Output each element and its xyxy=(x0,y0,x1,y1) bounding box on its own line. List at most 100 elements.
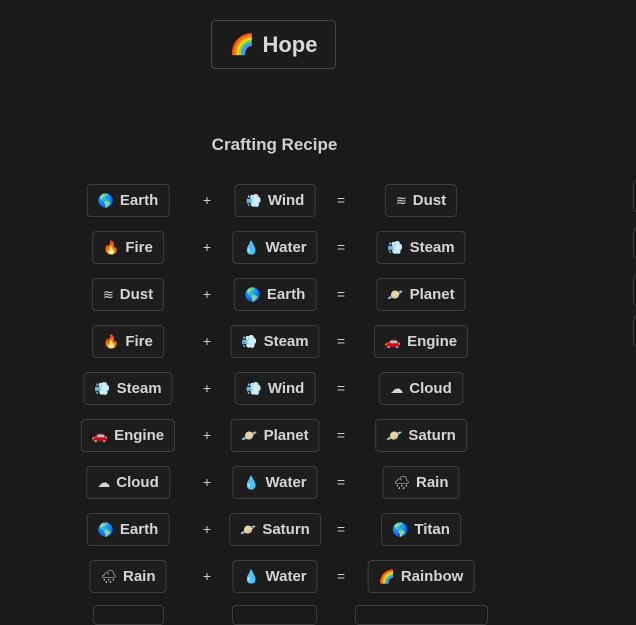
element-label: Engine xyxy=(114,427,165,444)
result-chip[interactable]: 🌈 Rainbow xyxy=(367,560,475,593)
dash-wind-icon: 💨 xyxy=(241,333,258,349)
plus-sign: + xyxy=(202,474,212,490)
plus-sign: + xyxy=(202,192,212,208)
element-label: Fire xyxy=(125,239,153,256)
element-label: Water xyxy=(265,568,307,585)
ingredient-a-chip[interactable]: 🚗 Engine xyxy=(80,419,176,452)
equals-sign: = xyxy=(336,568,346,584)
dust-waves-icon: ≋ xyxy=(102,286,114,302)
ingredient-a-chip[interactable]: ≋ Dust xyxy=(91,278,165,311)
recipe-row: 💨 Steam + 💨 Wind = ☁ Cloud xyxy=(0,372,636,419)
element-label: Saturn xyxy=(262,521,310,538)
element-label: Engine xyxy=(407,333,458,350)
plus-sign: + xyxy=(202,568,212,584)
recipe-row: 🚗 Engine + 🪐 Planet = 🪐 Saturn xyxy=(0,419,636,466)
element-label: Water xyxy=(265,474,307,491)
ingredient-b-chip[interactable]: 💧 Water xyxy=(232,560,318,593)
ingredient-b-chip[interactable]: 💨 Wind xyxy=(234,372,316,405)
element-label: Titan xyxy=(414,521,450,538)
partial-chip[interactable] xyxy=(232,605,317,625)
element-label: Steam xyxy=(116,380,162,397)
recipe-list: 🌎 Earth + 💨 Wind = ≋ Dust 🔥 Fire + 💧 Water = 💨 Steam ≋ Du… xyxy=(0,184,636,607)
ingredient-a-chip[interactable]: 🌧 Rain xyxy=(89,560,167,593)
recipe-row: ≋ Dust + 🌎 Earth = 🪐 Planet xyxy=(0,278,636,325)
ingredient-a-chip[interactable]: ☁ Cloud xyxy=(86,466,170,499)
partial-chip[interactable] xyxy=(355,605,488,625)
element-label: Dust xyxy=(119,286,154,303)
dash-wind-icon: 💨 xyxy=(245,192,262,208)
plus-sign: + xyxy=(202,333,212,349)
ingredient-b-chip[interactable]: 💧 Water xyxy=(232,466,318,499)
ingredient-a-chip[interactable]: 🔥 Fire xyxy=(92,231,164,264)
element-label: Rainbow xyxy=(400,568,464,585)
ingredient-b-chip[interactable]: 🪐 Planet xyxy=(230,419,320,452)
element-label: Steam xyxy=(409,239,455,256)
plus-sign: + xyxy=(202,521,212,537)
element-label: Rain xyxy=(416,474,449,491)
ingredient-b-chip[interactable]: 💧 Water xyxy=(232,231,318,264)
ingredient-b-chip[interactable]: 🌎 Earth xyxy=(233,278,317,311)
equals-sign: = xyxy=(336,239,346,255)
element-label: Wind xyxy=(267,192,305,209)
plus-sign: + xyxy=(202,427,212,443)
ingredient-a-chip[interactable]: 🔥 Fire xyxy=(92,325,164,358)
cloud-icon: ☁ xyxy=(390,380,404,396)
recipe-row: 🌎 Earth + 💨 Wind = ≋ Dust xyxy=(0,184,636,231)
section-title: Crafting Recipe xyxy=(211,135,338,154)
fire-icon: 🔥 xyxy=(103,333,120,349)
element-label: Steam xyxy=(263,333,309,350)
plus-sign: + xyxy=(202,286,212,302)
element-label: Earth xyxy=(119,521,159,538)
result-chip[interactable]: 🌧 Rain xyxy=(382,466,460,499)
plus-sign: + xyxy=(202,239,212,255)
element-label: Cloud xyxy=(116,474,159,491)
element-label: Earth xyxy=(119,192,159,209)
equals-sign: = xyxy=(336,521,346,537)
equals-sign: = xyxy=(336,474,346,490)
equals-sign: = xyxy=(336,286,346,302)
element-label: Planet xyxy=(263,427,309,444)
equals-sign: = xyxy=(336,427,346,443)
rainbow-icon: 🌈 xyxy=(378,568,395,584)
element-label: Wind xyxy=(267,380,305,397)
ingredient-b-chip[interactable]: 🪐 Saturn xyxy=(229,513,321,546)
car-icon: 🚗 xyxy=(384,333,402,349)
element-label: Planet xyxy=(409,286,455,303)
dust-waves-icon: ≋ xyxy=(395,192,407,208)
recipe-row: 🌎 Earth + 🪐 Saturn = 🌎 Titan xyxy=(0,513,636,560)
ringed-planet-icon: 🪐 xyxy=(240,521,257,537)
result-chip[interactable]: 🪐 Saturn xyxy=(375,419,467,452)
result-chip[interactable]: 💨 Steam xyxy=(376,231,466,264)
element-label: Rain xyxy=(123,568,156,585)
element-label: Cloud xyxy=(409,380,452,397)
cloud-icon: ☁ xyxy=(97,474,111,490)
rain-cloud-icon: 🌧 xyxy=(100,568,117,584)
element-label: Water xyxy=(265,239,307,256)
ingredient-b-chip[interactable]: 💨 Steam xyxy=(230,325,320,358)
result-chip[interactable]: 🌎 Titan xyxy=(381,513,461,546)
earth-globe-icon: 🌎 xyxy=(244,286,261,302)
result-chip[interactable]: 🪐 Planet xyxy=(376,278,466,311)
plus-sign: + xyxy=(202,380,212,396)
element-label: Earth xyxy=(266,286,306,303)
earth-globe-icon: 🌎 xyxy=(97,521,114,537)
ingredient-a-chip[interactable]: 🌎 Earth xyxy=(86,184,170,217)
element-label: Fire xyxy=(125,333,153,350)
water-droplet-icon: 💧 xyxy=(243,474,260,490)
dash-wind-icon: 💨 xyxy=(245,380,262,396)
ingredient-b-chip[interactable]: 💨 Wind xyxy=(234,184,316,217)
ingredient-a-chip[interactable]: 💨 Steam xyxy=(83,372,173,405)
result-chip[interactable]: ☁ Cloud xyxy=(379,372,463,405)
result-chip[interactable]: ≋ Dust xyxy=(384,184,458,217)
dash-wind-icon: 💨 xyxy=(387,239,404,255)
partial-chip[interactable] xyxy=(93,605,164,625)
result-chip[interactable]: 🚗 Engine xyxy=(373,325,469,358)
element-label: Saturn xyxy=(408,427,456,444)
result-element-hope[interactable]: 🌈 Hope xyxy=(211,20,336,69)
car-icon: 🚗 xyxy=(91,427,109,443)
water-droplet-icon: 💧 xyxy=(243,568,260,584)
equals-sign: = xyxy=(336,192,346,208)
recipe-row: ☁ Cloud + 💧 Water = 🌧 Rain xyxy=(0,466,636,513)
ingredient-a-chip[interactable]: 🌎 Earth xyxy=(86,513,170,546)
recipe-row: 🌧 Rain + 💧 Water = 🌈 Rainbow xyxy=(0,560,636,607)
